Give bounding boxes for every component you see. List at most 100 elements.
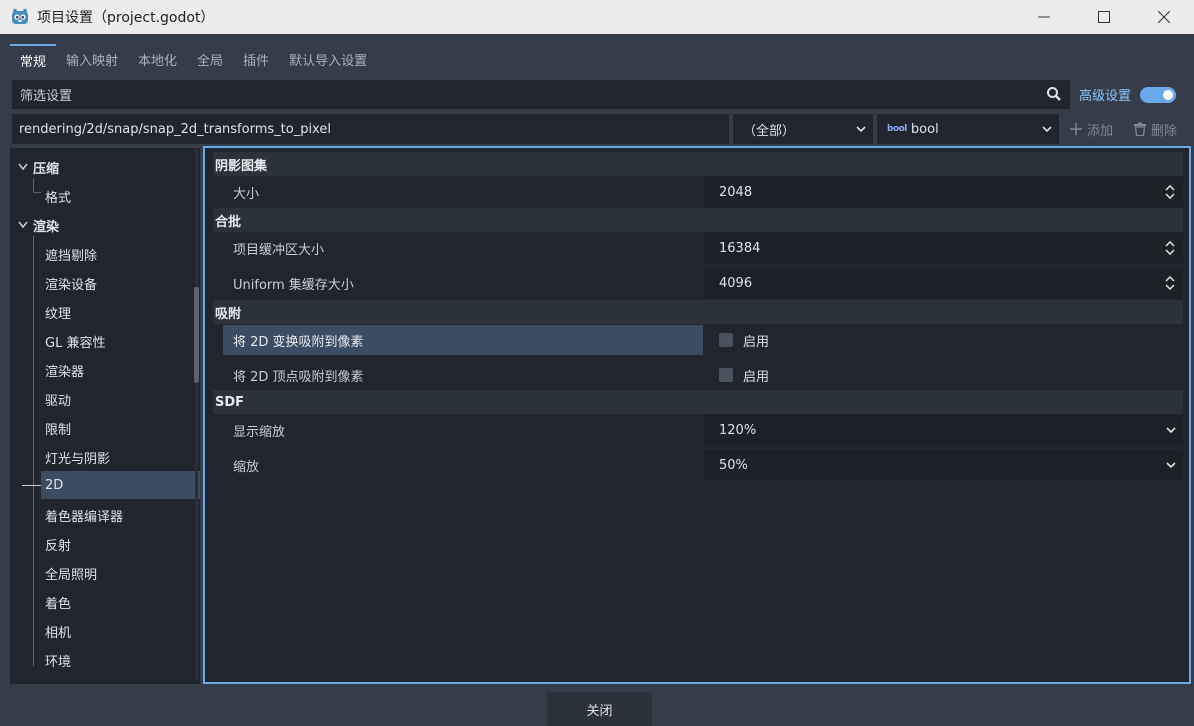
tree-item-label: 反射 [45, 538, 72, 554]
tree-item-lights-and-shadows[interactable]: 灯光与阴影 [10, 443, 190, 471]
property-name: 显示缩放 [233, 424, 286, 440]
spinner-arrows-icon [1165, 185, 1175, 199]
property-row: 项目缓冲区大小 16384 [223, 233, 1183, 263]
tree-item-driver[interactable]: 驱动 [10, 385, 190, 413]
chevron-down-icon [1166, 462, 1176, 469]
tree-item-renderer[interactable]: 渲染器 [10, 356, 190, 384]
property-name: 大小 [233, 186, 260, 202]
tab-plugins[interactable]: 插件 [233, 44, 279, 74]
chevron-down-icon [1166, 427, 1176, 434]
property-name: 将 2D 变换吸附到像素 [223, 325, 703, 355]
tree-item-label: 纹理 [45, 306, 72, 322]
tree-item-global-illumination[interactable]: 全局照明 [10, 559, 190, 587]
tree-item-label: 限制 [45, 422, 72, 438]
close-icon [1158, 11, 1170, 23]
add-label: 添加 [1087, 123, 1114, 139]
tree-item-2d[interactable]: 2D [41, 471, 200, 499]
toggle-knob [1163, 89, 1174, 100]
tab-general[interactable]: 常规 [10, 44, 57, 74]
tree-item-label: 遮挡剔除 [45, 248, 98, 264]
tree-item-label: 2D [45, 477, 64, 493]
tree-item-camera[interactable]: 相机 [10, 617, 190, 645]
property-name: 项目缓冲区大小 [233, 242, 325, 258]
scope-dropdown[interactable]: （全部） [733, 114, 873, 144]
spinbox-field[interactable]: 4096 [704, 268, 1183, 298]
tab-input-map[interactable]: 输入映射 [56, 44, 128, 74]
delete-label: 删除 [1151, 123, 1178, 139]
property-row-selected: 将 2D 变换吸附到像素 启用 [223, 325, 1183, 355]
property-row: 大小 2048 [223, 177, 1183, 207]
checkbox-field[interactable]: 启用 [704, 360, 1183, 390]
property-value: 16384 [719, 240, 761, 256]
tree-item-environment[interactable]: 环境 [10, 646, 190, 674]
dropdown-field[interactable]: 120% [704, 415, 1183, 445]
type-dropdown[interactable]: bool bool [877, 114, 1059, 144]
maximize-button[interactable] [1074, 0, 1134, 34]
godot-logo-icon [12, 8, 28, 24]
tree-item-limits[interactable]: 限制 [10, 414, 190, 442]
tree-item-format[interactable]: 格式 [10, 182, 190, 210]
section-header-sdf[interactable]: SDF [213, 390, 1183, 414]
property-path-input[interactable]: rendering/2d/snap/snap_2d_transforms_to_… [12, 114, 729, 144]
tree-item-gl-compatibility[interactable]: GL 兼容性 [10, 327, 190, 355]
bool-type-icon: bool [887, 124, 907, 134]
tree-item-label: 灯光与阴影 [45, 451, 111, 467]
property-value: 50% [719, 457, 748, 473]
tab-import-defaults[interactable]: 默认导入设置 [279, 44, 377, 74]
checkbox[interactable] [719, 333, 733, 347]
add-button[interactable]: 添加 [1069, 114, 1113, 144]
property-path-value: rendering/2d/snap/snap_2d_transforms_to_… [19, 121, 331, 137]
tree-item-shader-compiler[interactable]: 着色器编译器 [10, 501, 190, 529]
settings-tabs: 常规 输入映射 本地化 全局 插件 默认导入设置 [10, 44, 377, 74]
tree-item-label: 着色 [45, 596, 72, 612]
spinbox-field[interactable]: 2048 [704, 177, 1183, 207]
tree-item-label: 格式 [45, 190, 72, 206]
dropdown-field[interactable]: 50% [704, 450, 1183, 480]
section-header-snap[interactable]: 吸附 [213, 300, 1183, 324]
property-value: 120% [719, 422, 757, 438]
advanced-settings-toggle[interactable]: 高级设置 [1079, 80, 1177, 109]
tree-item-label: 渲染器 [45, 364, 85, 380]
spinner-arrows-icon [1165, 276, 1175, 290]
tree-scrollbar[interactable] [194, 287, 199, 383]
tree-item-label: GL 兼容性 [45, 335, 106, 351]
filter-settings-input[interactable]: 筛选设置 [12, 80, 1070, 109]
tree-item-label: 渲染设备 [45, 277, 98, 293]
search-icon [1047, 87, 1061, 101]
checkbox-label: 启用 [743, 369, 770, 385]
minimize-button[interactable] [1014, 0, 1074, 34]
tree-category-rendering[interactable]: 渲染 [10, 211, 190, 239]
delete-button[interactable]: 删除 [1133, 114, 1177, 144]
tree-item-reflections[interactable]: 反射 [10, 530, 190, 558]
property-value: 4096 [719, 275, 753, 291]
spinbox-field[interactable]: 16384 [704, 233, 1183, 263]
section-header-batching[interactable]: 合批 [213, 208, 1183, 232]
tree-category-compression[interactable]: 压缩 [10, 153, 190, 181]
tree-item-shading[interactable]: 着色 [10, 588, 190, 616]
checkbox-label: 启用 [743, 334, 770, 350]
chevron-down-icon [856, 126, 866, 133]
tree-item-textures[interactable]: 纹理 [10, 298, 190, 326]
window-title: 项目设置（project.godot） [37, 10, 215, 26]
tab-globals[interactable]: 全局 [187, 44, 233, 74]
property-inspector: 阴影图集 大小 2048 合批 项目缓冲区大小 16384 Uniform 集缓… [203, 146, 1191, 684]
scope-selected: （全部） [743, 123, 796, 139]
close-button[interactable]: 关闭 [547, 692, 652, 726]
property-row: 显示缩放 120% [223, 415, 1183, 445]
tab-localization[interactable]: 本地化 [128, 44, 187, 74]
checkbox[interactable] [719, 368, 733, 382]
filter-placeholder: 筛选设置 [20, 89, 73, 104]
tree-item-label: 着色器编译器 [45, 509, 124, 525]
checkbox-field[interactable]: 启用 [704, 325, 1183, 355]
tree-item-label: 全局照明 [45, 567, 98, 583]
toggle-switch[interactable] [1140, 86, 1177, 103]
chevron-down-icon [18, 163, 28, 171]
section-header-shadow-atlas[interactable]: 阴影图集 [213, 152, 1183, 176]
tree-scroll-track [195, 150, 198, 680]
tree-item-rendering-device[interactable]: 渲染设备 [10, 269, 190, 297]
close-window-button[interactable] [1134, 0, 1194, 34]
tree-item-label: 压缩 [33, 161, 60, 177]
tree-item-occlusion-culling[interactable]: 遮挡剔除 [10, 240, 190, 268]
property-name: 缩放 [233, 459, 260, 475]
spinner-arrows-icon [1165, 241, 1175, 255]
